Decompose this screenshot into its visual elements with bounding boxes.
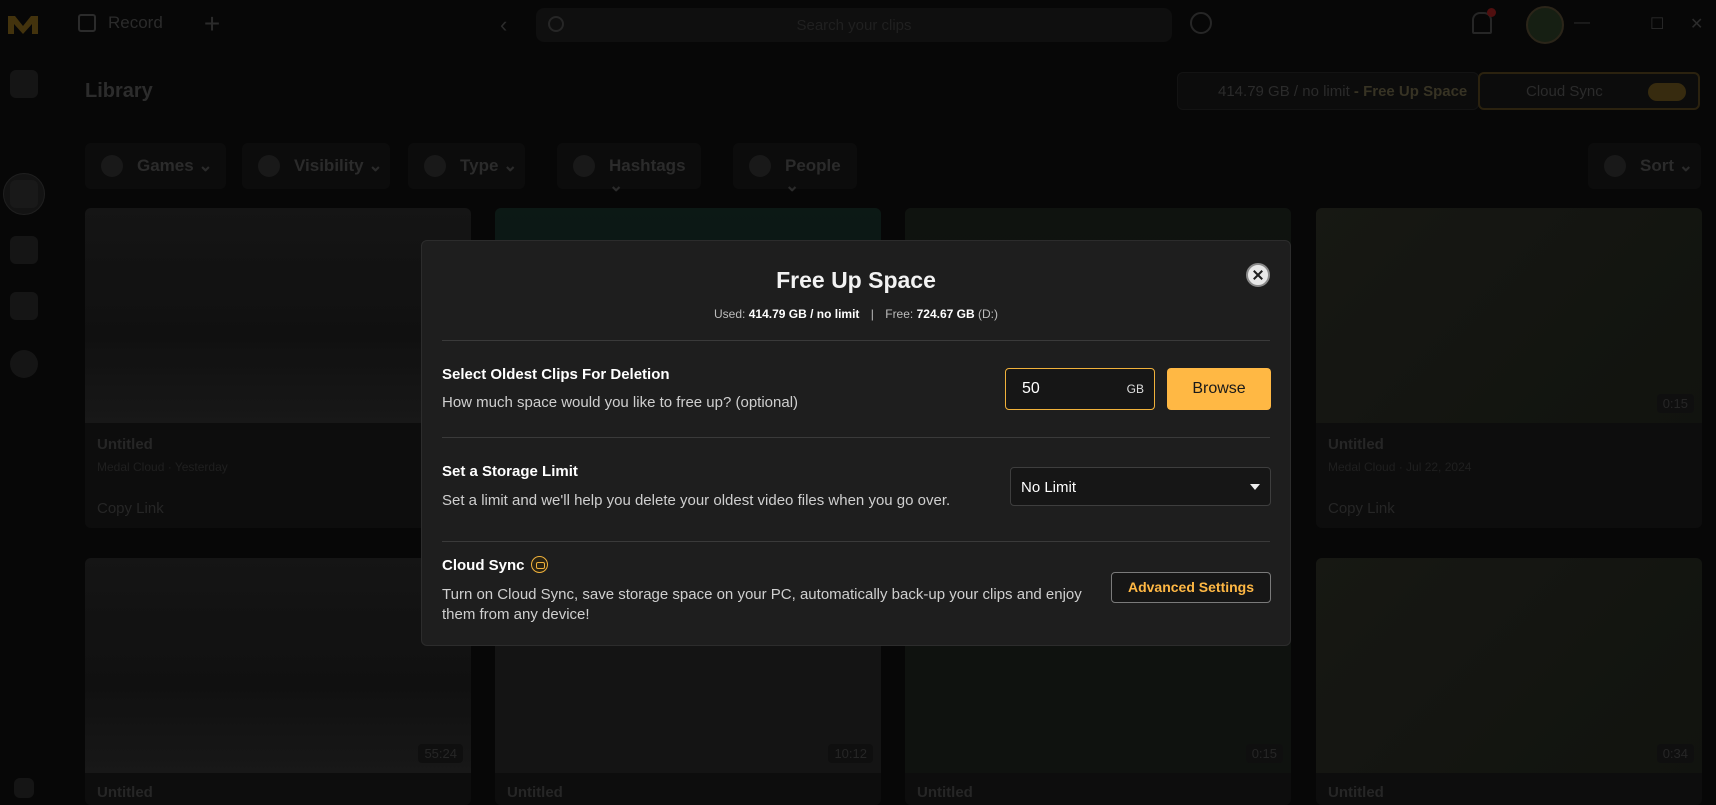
free-label: Free: — [885, 307, 914, 321]
space-amount-field[interactable]: GB — [1005, 368, 1155, 410]
cloud-sync-title: Cloud Sync — [442, 556, 548, 574]
divider — [442, 340, 1270, 341]
storage-limit-title: Set a Storage Limit — [442, 463, 578, 480]
delete-oldest-desc: How much space would you like to free up… — [442, 394, 799, 411]
usage-separator: | — [870, 307, 874, 321]
free-value: 724.67 GB — [916, 307, 975, 321]
storage-limit-value: No Limit — [1021, 479, 1077, 496]
close-button[interactable] — [1246, 263, 1270, 287]
free-up-space-dialog: Free Up Space Used: 414.79 GB / no limit… — [421, 240, 1291, 646]
used-value: 414.79 GB / no limit — [748, 307, 860, 321]
storage-limit-select[interactable]: No Limit — [1010, 467, 1271, 506]
unit-label: GB — [1126, 382, 1144, 396]
browse-button[interactable]: Browse — [1167, 368, 1271, 410]
used-label: Used: — [714, 307, 746, 321]
dialog-title: Free Up Space — [776, 267, 936, 293]
space-amount-input[interactable] — [1006, 369, 1116, 409]
delete-oldest-title: Select Oldest Clips For Deletion — [442, 366, 670, 383]
divider — [442, 541, 1270, 542]
divider — [442, 437, 1270, 438]
storage-usage: Used: 414.79 GB / no limit | Free: 724.6… — [422, 307, 1290, 321]
storage-limit-desc: Set a limit and we'll help you delete yo… — [442, 492, 951, 509]
cloud-sync-badge-icon — [530, 556, 548, 573]
cloud-sync-desc: Turn on Cloud Sync, save storage space o… — [442, 586, 1082, 623]
advanced-settings-button[interactable]: Advanced Settings — [1111, 572, 1271, 603]
cloud-sync-title-text: Cloud Sync — [442, 557, 525, 574]
app-window: Record + ‹ Search your clips — ☐ ✕ Libra… — [0, 0, 1716, 805]
free-drive: (D:) — [977, 307, 998, 321]
caret-down-icon — [1250, 484, 1260, 490]
